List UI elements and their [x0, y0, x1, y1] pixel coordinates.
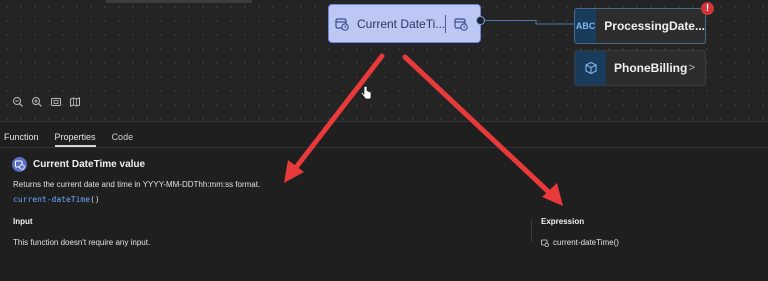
section-divider — [531, 220, 532, 242]
function-parens: () — [90, 195, 100, 204]
properties-panel: Function Properties Code Current DateTim… — [0, 121, 768, 281]
node-label: PhoneBilling — [614, 61, 688, 75]
function-description: Returns the current date and time in YYY… — [13, 180, 261, 189]
expression-value: current-dateTime() — [541, 238, 619, 247]
calendar-clock-icon — [12, 157, 27, 172]
zoom-in-icon[interactable] — [31, 95, 43, 107]
input-section-text: This function doesn't require any input. — [13, 238, 151, 247]
mapping-canvas[interactable]: Current DateTi... ABC ProcessingDate... … — [0, 0, 768, 121]
node-label: ProcessingDate... — [604, 19, 705, 33]
function-signature: current-dateTime() — [13, 195, 100, 204]
processing-date-node[interactable]: ABC ProcessingDate... — [574, 8, 706, 44]
cube-icon — [575, 51, 606, 85]
expression-text: current-dateTime() — [553, 238, 619, 247]
map-icon[interactable] — [69, 95, 81, 107]
function-name: current-dateTime — [13, 195, 91, 204]
tab-divider — [0, 147, 768, 148]
tab-code[interactable]: Code — [112, 132, 134, 147]
zoom-controls — [12, 95, 81, 107]
tab-function[interactable]: Function — [4, 132, 39, 147]
calendar-clock-icon — [541, 239, 549, 247]
hand-cursor-icon — [360, 86, 372, 100]
function-header: Current DateTime value — [12, 157, 145, 172]
zoom-out-icon[interactable] — [12, 95, 24, 107]
chevron-right-icon[interactable]: > — [689, 62, 695, 74]
error-icon[interactable]: ! — [701, 2, 714, 15]
phone-billing-node[interactable]: PhoneBilling > — [574, 50, 706, 86]
expression-section-title: Expression — [541, 217, 585, 226]
panel-tabs: Function Properties Code — [4, 132, 133, 147]
fit-view-icon[interactable] — [50, 95, 62, 107]
input-section-title: Input — [13, 217, 33, 226]
string-type-badge: ABC — [575, 9, 597, 43]
function-title: Current DateTime value — [33, 159, 146, 170]
tab-properties[interactable]: Properties — [54, 132, 96, 147]
